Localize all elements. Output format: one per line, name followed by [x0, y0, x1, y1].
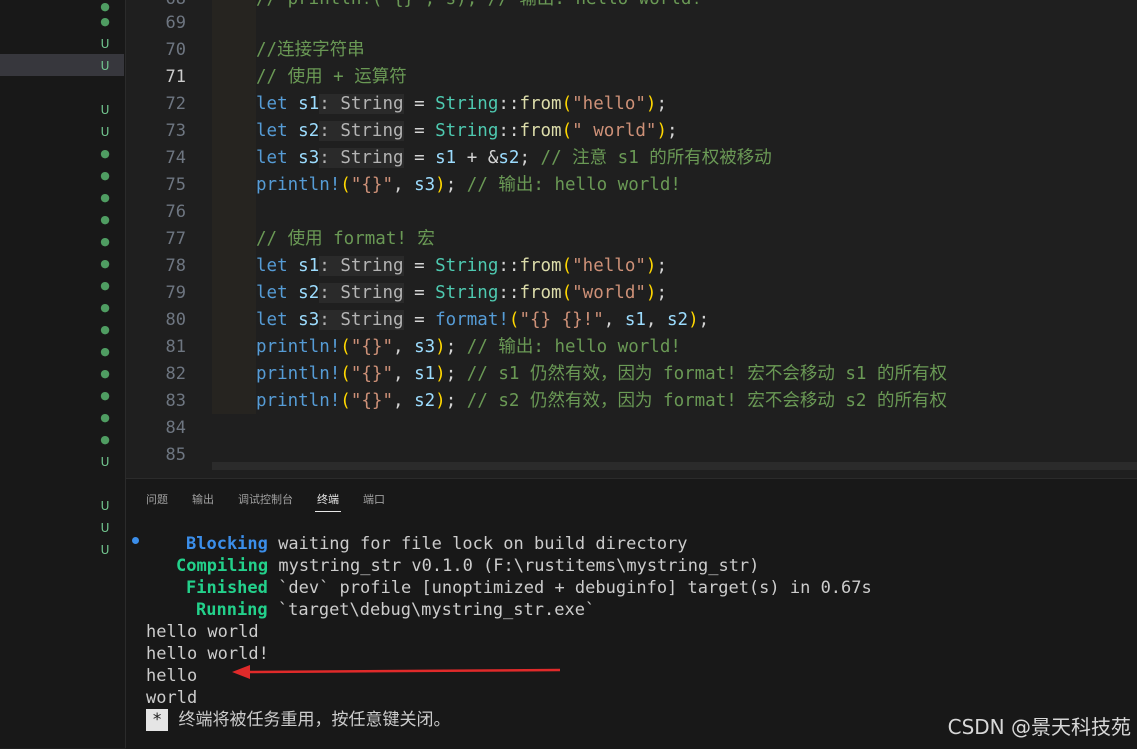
red-arrow-icon	[232, 665, 561, 679]
watermark: CSDN @景天科技苑	[947, 715, 1131, 739]
